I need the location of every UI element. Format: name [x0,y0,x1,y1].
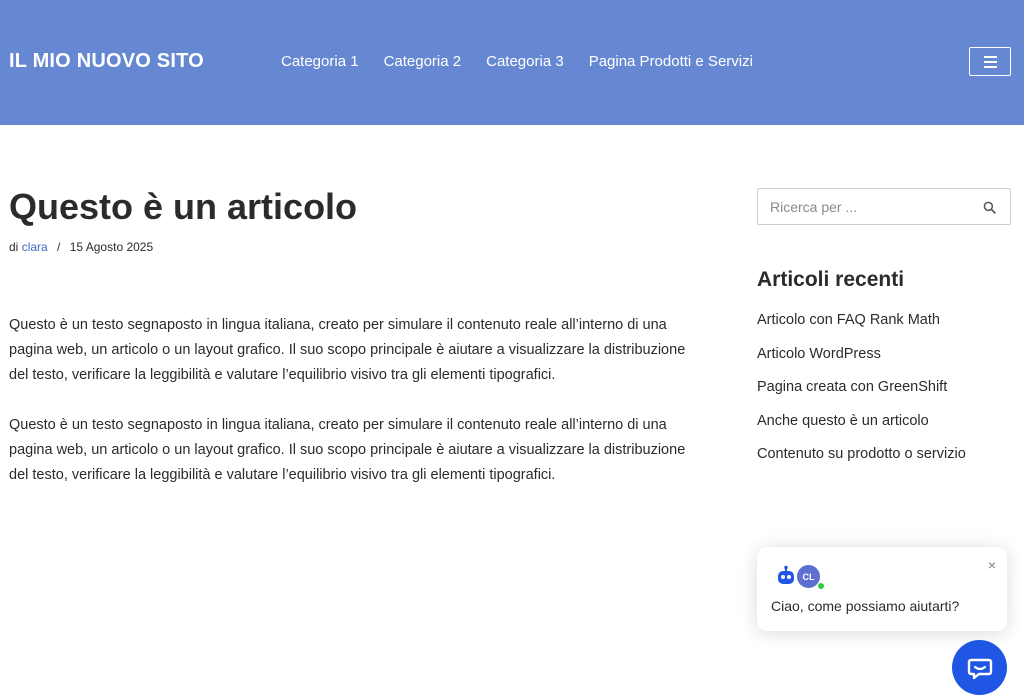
post-date: 15 Agosto 2025 [69,240,154,254]
post-meta: di clara / 15 Agosto 2025 [9,240,153,254]
chat-popup[interactable]: × CL Ciao, come possiamo aiutarti? [757,547,1007,631]
search-icon[interactable] [983,201,996,214]
recent-posts-title: Articoli recenti [757,268,905,291]
search-box [757,188,1011,225]
close-icon[interactable]: × [988,557,996,573]
nav-item-categoria-2[interactable]: Categoria 2 [384,53,462,70]
nav-item-prodotti-servizi[interactable]: Pagina Prodotti e Servizi [589,53,753,70]
hamburger-line [983,60,997,63]
meta-prefix: di [9,240,19,254]
site-header: IL MIO NUOVO SITO Categoria 1 Categoria … [0,0,1024,125]
post-paragraph: Questo è un testo segnaposto in lingua i… [9,317,686,383]
chat-message: Ciao, come possiamo aiutarti? [771,598,960,614]
post-title: Questo è un articolo [9,186,358,227]
meta-separator: / [57,240,61,254]
author-link[interactable]: clara [22,240,48,254]
chat-icon [967,658,992,679]
post-paragraph: Questo è un testo segnaposto in lingua i… [9,417,686,483]
recent-post-link[interactable]: Articolo con FAQ Rank Math [757,312,966,346]
recent-post-link[interactable]: Articolo WordPress [757,346,966,380]
recent-post-link[interactable]: Pagina creata con GreenShift [757,379,966,413]
hamburger-icon[interactable] [969,47,1011,76]
hamburger-line [983,65,997,68]
recent-posts-list: Articolo con FAQ Rank Math Articolo Word… [757,312,966,480]
site-title[interactable]: IL MIO NUOVO SITO [9,50,204,73]
online-status-dot [817,582,825,590]
nav-item-categoria-3[interactable]: Categoria 3 [486,53,564,70]
chat-launcher-button[interactable] [952,640,1007,695]
search-input[interactable] [758,189,973,224]
recent-post-link[interactable]: Contenuto su prodotto o servizio [757,446,966,480]
main-nav: Categoria 1 Categoria 2 Categoria 3 Pagi… [281,53,753,70]
hamburger-line [983,55,997,58]
nav-item-categoria-1[interactable]: Categoria 1 [281,53,359,70]
recent-post-link[interactable]: Anche questo è un articolo [757,413,966,447]
bot-icon [778,565,794,584]
